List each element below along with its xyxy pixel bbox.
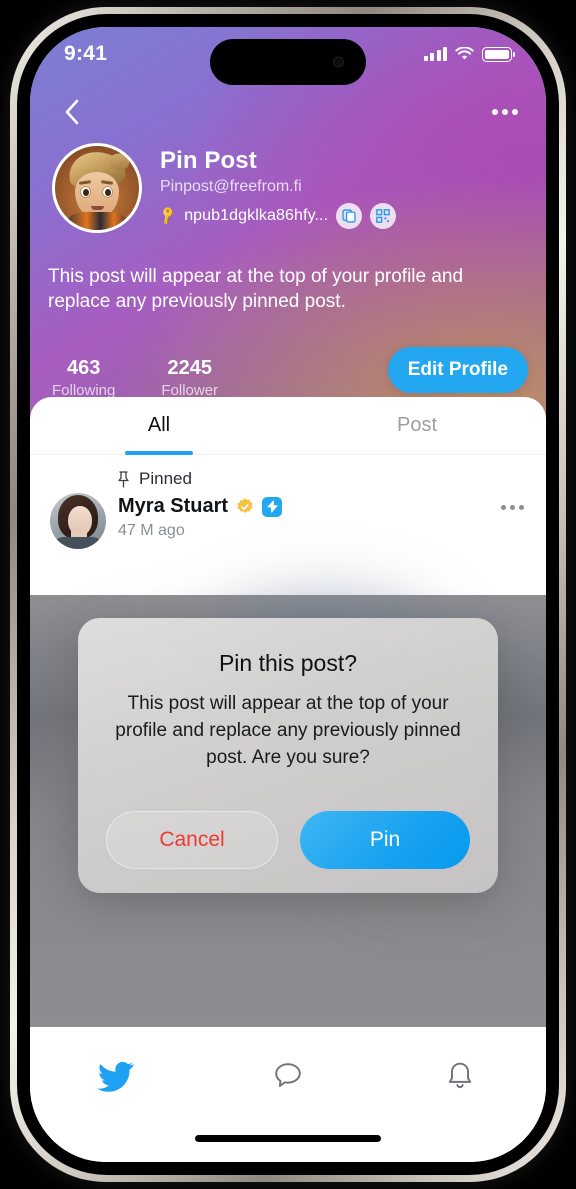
wifi-icon (455, 47, 474, 60)
bottom-navigation (30, 1027, 546, 1162)
cellular-bars-icon (423, 47, 447, 61)
pin-button[interactable]: Pin (300, 811, 470, 869)
copy-icon (342, 209, 356, 223)
stat-follower[interactable]: 2245 Follower (161, 357, 218, 399)
copy-npub-button[interactable] (336, 203, 363, 229)
phone-screen: 9:41 Pin Post Pinpost@freefrom.fi 🔑 npub… (30, 27, 546, 1162)
post-author-name: Myra Stuart (118, 495, 229, 517)
npub-row: 🔑 npub1dgklka86hfy... (156, 203, 397, 229)
profile-header: 9:41 Pin Post Pinpost@freefrom.fi 🔑 npub… (30, 27, 546, 419)
home-indicator (195, 1135, 381, 1142)
nav-notifications[interactable] (428, 1053, 492, 1099)
stat-value: 463 (67, 357, 101, 379)
qr-code-button[interactable] (370, 203, 397, 229)
verified-badge-icon (237, 497, 253, 513)
dialog-actions: Cancel Pin (106, 811, 470, 869)
qr-code-icon (376, 209, 390, 223)
chat-bubble-icon (275, 1063, 301, 1087)
lightning-badge-icon (262, 496, 283, 517)
tab-bar: All Post (30, 397, 546, 455)
header-more-button[interactable] (486, 93, 524, 131)
profile-stats: 463 Following 2245 Follower (52, 357, 218, 399)
dynamic-island (210, 39, 366, 85)
profile-bio: This post will appear at the top of your… (48, 266, 464, 313)
stat-following[interactable]: 463 Following (52, 357, 115, 399)
battery-icon (482, 46, 515, 62)
dialog-title: Pin this post? (218, 650, 358, 676)
profile-identity: Pin Post Pinpost@freefrom.fi 🔑 npub1dgkl… (52, 143, 397, 233)
confirm-pin-dialog: Pin this post? This post will appear at … (78, 618, 498, 893)
tab-all[interactable]: All (30, 397, 288, 454)
cancel-button[interactable]: Cancel (106, 811, 278, 869)
status-icons (423, 46, 515, 62)
edit-profile-button[interactable]: Edit Profile (387, 347, 528, 393)
tab-post[interactable]: Post (288, 397, 546, 454)
pinned-indicator: Pinned (30, 455, 546, 489)
post-timestamp: 47 M ago (118, 522, 185, 539)
nav-home[interactable] (84, 1053, 148, 1099)
key-icon: 🔑 (156, 204, 179, 227)
npub-value: npub1dgklka86hfy... (184, 207, 329, 224)
nav-row (30, 89, 546, 135)
stat-value: 2245 (167, 357, 212, 379)
pin-icon (118, 470, 129, 488)
screenshot-stage: 9:41 Pin Post Pinpost@freefrom.fi 🔑 npub… (0, 0, 576, 1189)
post-more-button[interactable] (501, 505, 524, 510)
more-horizontal-icon (501, 505, 506, 510)
bird-home-icon (97, 1061, 134, 1092)
table-row[interactable]: Myra Stuart 47 M ago (30, 489, 546, 549)
more-horizontal-icon (492, 109, 498, 115)
bell-icon (448, 1062, 472, 1089)
profile-handle: Pinpost@freefrom.fi (160, 178, 302, 195)
back-button[interactable] (52, 93, 90, 131)
status-time: 9:41 (64, 42, 108, 65)
chevron-left-icon (65, 99, 78, 125)
page-title: Pin Post (160, 147, 257, 174)
pinned-label: Pinned (139, 469, 192, 488)
nav-messages[interactable] (256, 1053, 320, 1099)
dialog-message: This post will appear at the top of your… (115, 693, 461, 768)
avatar[interactable] (52, 143, 142, 233)
author-avatar[interactable] (50, 493, 106, 549)
